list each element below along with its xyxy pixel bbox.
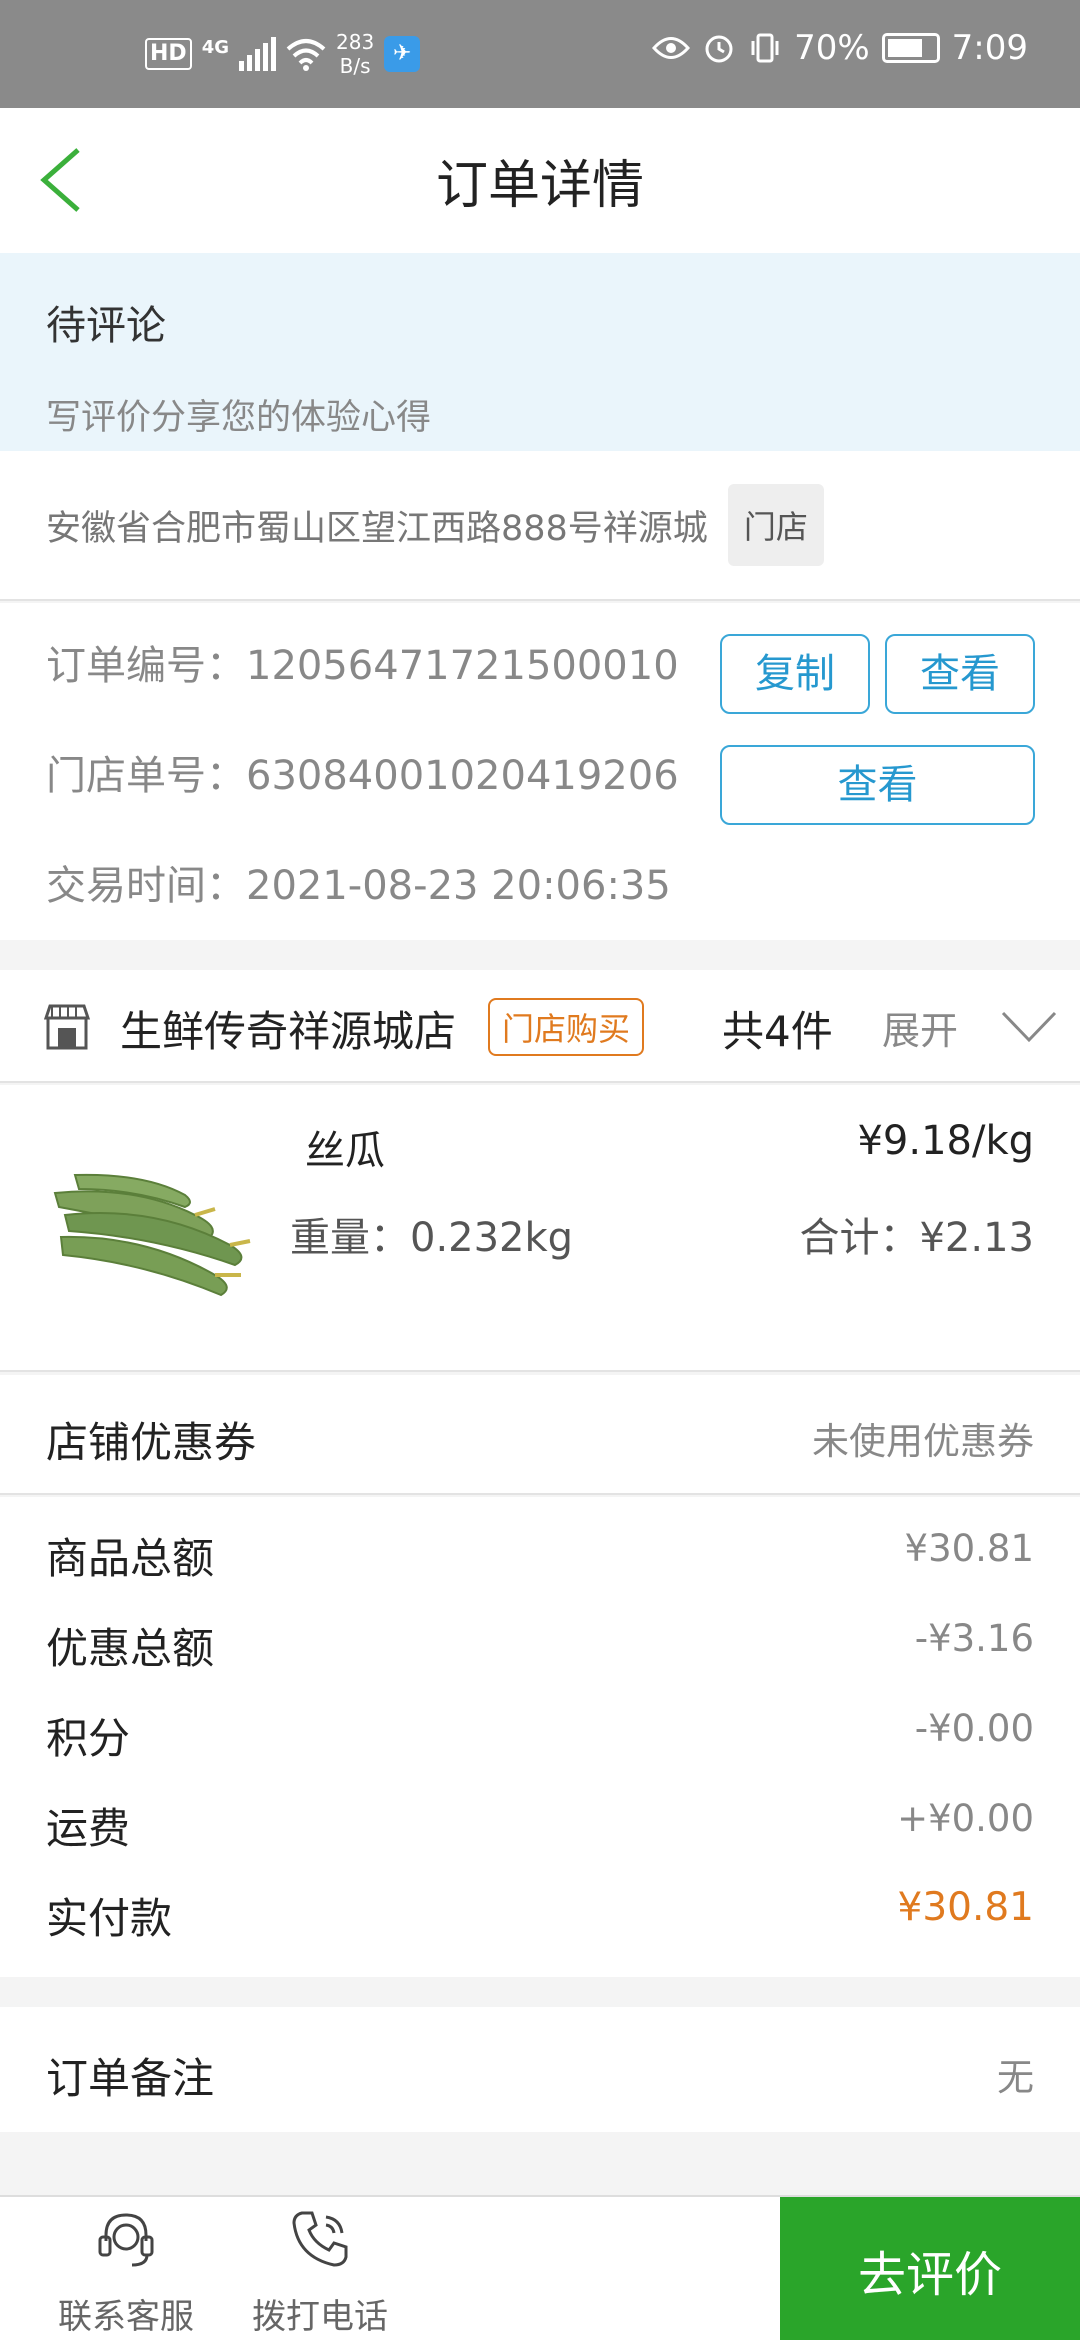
view-order-button[interactable]: 查看 [885,634,1035,714]
shipping-label: 运费 [46,1804,131,1853]
view-store-order-button[interactable]: 查看 [720,745,1035,825]
product-item[interactable]: 丝瓜 ¥9.18/kg 重量：0.232kg 合计：¥2.13 [0,1085,1080,1372]
expand-toggle[interactable]: 展开 [882,1000,958,1055]
discount-total-label: 优惠总额 [46,1624,215,1673]
order-remark-row: 订单备注 无 [0,2007,1080,2132]
store-order-number: 63084001020419206 [246,753,679,799]
item-count: 共4件 [722,1007,833,1056]
product-weight: 重量：0.232kg [290,1215,574,1261]
remark-value: 无 [997,2056,1034,2099]
discount-total-value: -¥3.16 [914,1617,1034,1660]
coupon-value: 未使用优惠券 [812,1420,1034,1463]
chevron-down-icon[interactable] [1000,1010,1058,1044]
store-order-line: 门店单号：63084001020419206 [46,743,679,801]
network-type: 4G [201,36,229,58]
review-banner[interactable]: 待评论 写评价分享您的体验心得 [0,253,1080,451]
paid-amount-label: 实付款 [46,1894,173,1943]
order-number: 12056471721500010 [246,643,679,689]
battery-percent: 70% [794,28,870,68]
contact-service-label: 联系客服 [58,2297,194,2337]
purchase-type-badge: 门店购买 [488,998,645,1056]
shop-icon [43,1004,91,1050]
price-summary: 商品总额 ¥30.81 优惠总额 -¥3.16 积分 -¥0.00 运费 +¥0… [0,1497,1080,1977]
battery-icon [881,33,940,63]
network-speed: 283 B/s [336,30,374,78]
call-phone-label: 拨打电话 [252,2297,388,2337]
remark-label: 订单备注 [46,2054,215,2103]
store-header: 生鲜传奇祥源城店 门店购买 共4件 展开 [0,970,1080,1083]
bottom-action-bar: 联系客服 拨打电话 去评价 [0,2195,1080,2340]
goods-total-value: ¥30.81 [904,1527,1034,1570]
headset-icon [98,2213,154,2267]
status-left: HD 4G 283 B/s ✈ [145,30,421,78]
coupon-label: 店铺优惠券 [46,1418,257,1467]
paid-amount-value: ¥30.81 [897,1885,1034,1930]
goods-total-label: 商品总额 [46,1534,215,1583]
vibrate-icon [751,33,779,63]
eye-icon [652,37,691,59]
hd-indicator: HD [145,38,192,70]
status-bar: HD 4G 283 B/s ✈ 70% 7:09 [0,0,1080,108]
store-tag: 门店 [727,484,824,566]
trade-time-line: 交易时间：2021-08-23 20:06:35 [46,853,671,911]
trade-time-label: 交易时间： [46,863,246,909]
clock: 7:09 [951,28,1028,68]
order-number-line: 订单编号：12056471721500010 [46,633,679,691]
store-coupon-row[interactable]: 店铺优惠券 未使用优惠券 [0,1375,1080,1495]
store-order-label: 门店单号： [46,753,246,799]
wifi-icon [286,39,326,71]
order-info: 订单编号：12056471721500010 复制 查看 门店单号：630840… [0,603,1080,940]
write-review-button[interactable]: 去评价 [780,2197,1080,2340]
signal-icon [239,37,276,71]
address-text: 安徽省合肥市蜀山区望江西路888号祥源城 [46,508,708,549]
product-image [53,1173,251,1297]
points-value: -¥0.00 [914,1707,1034,1750]
app-notification-icon: ✈ [384,36,421,72]
call-phone-button[interactable]: 拨打电话 [240,2207,400,2337]
back-arrow-icon[interactable] [30,144,102,216]
order-status-hint: 写评价分享您的体验心得 [46,398,432,438]
store-name: 生鲜传奇祥源城店 [120,1007,457,1056]
product-unit-price: ¥9.18/kg [857,1118,1034,1164]
page-title: 订单详情 [435,156,644,216]
speed-unit: B/s [339,54,371,78]
phone-icon [292,2211,348,2267]
order-number-label: 订单编号： [46,643,246,689]
address-row: 安徽省合肥市蜀山区望江西路888号祥源城 门店 [0,451,1080,601]
shipping-value: +¥0.00 [897,1797,1034,1840]
contact-service-button[interactable]: 联系客服 [46,2207,206,2337]
speed-value: 283 [336,30,375,54]
product-name: 丝瓜 [305,1128,385,1174]
points-label: 积分 [46,1714,131,1763]
copy-order-button[interactable]: 复制 [720,634,870,714]
alarm-icon [705,35,733,63]
order-status: 待评论 [46,303,166,349]
header: 订单详情 [0,108,1080,253]
product-subtotal: 合计：¥2.13 [799,1215,1034,1261]
trade-time: 2021-08-23 20:06:35 [246,863,671,909]
status-right: 70% 7:09 [652,28,1028,68]
